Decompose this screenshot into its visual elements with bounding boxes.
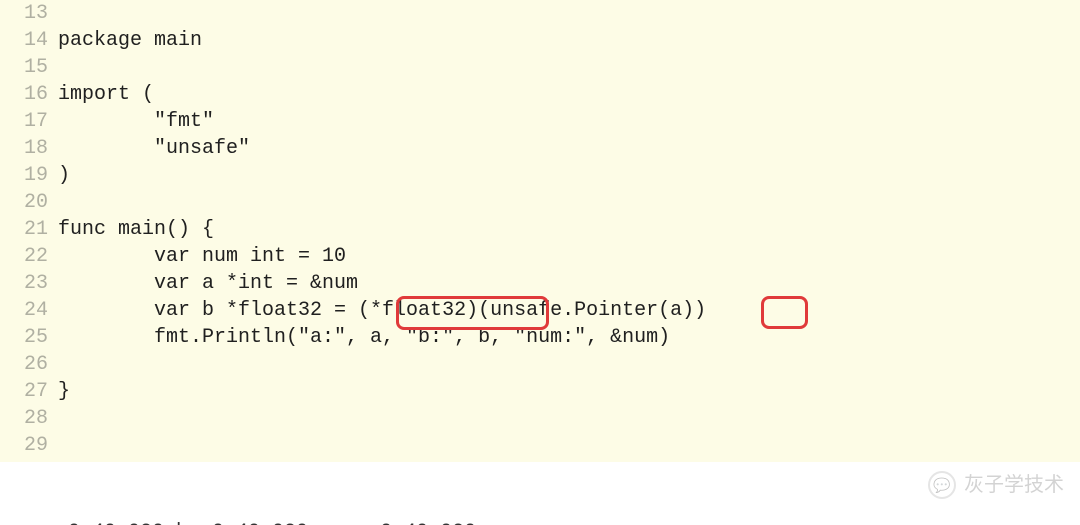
watermark: 💬 灰子学技术 [928, 471, 1064, 499]
code-line: 14 package main [0, 27, 1080, 54]
code-text: var b *float32 = (*float32)(unsafe.Point… [58, 297, 1080, 324]
code-line: 22 var num int = 10 [0, 243, 1080, 270]
code-line: 27 } [0, 378, 1080, 405]
gutter-line-number: 14 [0, 27, 58, 54]
code-text: func main() { [58, 216, 1080, 243]
code-text: package main [58, 27, 1080, 54]
code-line: 26 [0, 351, 1080, 378]
code-text [58, 0, 1080, 27]
code-text: var a *int = &num [58, 270, 1080, 297]
gutter-line-number: 24 [0, 297, 58, 324]
gutter-line-number: 17 [0, 108, 58, 135]
program-output: a: 0x40e020 b: 0x40e020 num: 0x40e020 [0, 462, 1080, 525]
code-text: } [58, 378, 1080, 405]
code-line: 15 [0, 54, 1080, 81]
code-line: 17 "fmt" [0, 108, 1080, 135]
code-line: 28 [0, 405, 1080, 432]
code-line: 20 [0, 189, 1080, 216]
gutter-line-number: 19 [0, 162, 58, 189]
gutter-line-number: 15 [0, 54, 58, 81]
code-text [58, 351, 1080, 378]
code-line: 23 var a *int = &num [0, 270, 1080, 297]
gutter-line-number: 21 [0, 216, 58, 243]
code-line: 13 [0, 0, 1080, 27]
gutter-line-number: 26 [0, 351, 58, 378]
gutter-line-number: 13 [0, 0, 58, 27]
code-line: 19 ) [0, 162, 1080, 189]
code-text [58, 405, 1080, 432]
gutter-line-number: 23 [0, 270, 58, 297]
code-text: "unsafe" [58, 135, 1080, 162]
code-line: 21 func main() { [0, 216, 1080, 243]
code-line: 18 "unsafe" [0, 135, 1080, 162]
gutter-line-number: 27 [0, 378, 58, 405]
gutter-line-number: 28 [0, 405, 58, 432]
gutter-line-number: 22 [0, 243, 58, 270]
code-line: 29 [0, 432, 1080, 459]
gutter-line-number: 29 [0, 432, 58, 459]
watermark-text: 灰子学技术 [964, 472, 1064, 499]
code-text: import ( [58, 81, 1080, 108]
code-text: "fmt" [58, 108, 1080, 135]
gutter-line-number: 25 [0, 324, 58, 351]
gutter-line-number: 20 [0, 189, 58, 216]
gutter-line-number: 18 [0, 135, 58, 162]
code-text: fmt.Println("a:", a, "b:", b, "num:", &n… [58, 324, 1080, 351]
code-text [58, 54, 1080, 81]
code-line: 24 var b *float32 = (*float32)(unsafe.Po… [0, 297, 1080, 324]
code-text: var num int = 10 [58, 243, 1080, 270]
code-text [58, 189, 1080, 216]
gutter-line-number: 16 [0, 81, 58, 108]
code-line: 16 import ( [0, 81, 1080, 108]
code-editor: 13 14 package main 15 16 import ( 17 "fm… [0, 0, 1080, 462]
code-text [58, 432, 1080, 459]
wechat-icon: 💬 [928, 471, 956, 499]
code-line: 25 fmt.Println("a:", a, "b:", b, "num:",… [0, 324, 1080, 351]
output-text: a: 0x40e020 b: 0x40e020 num: 0x40e020 [32, 521, 476, 525]
code-text: ) [58, 162, 1080, 189]
